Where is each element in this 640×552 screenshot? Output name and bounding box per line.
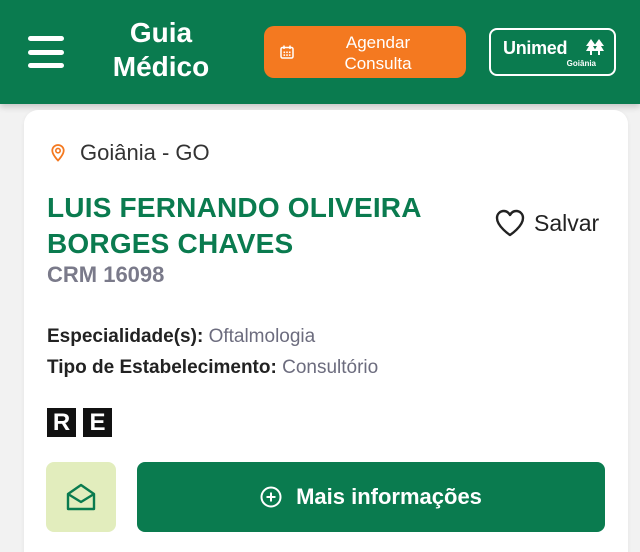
location: Goiânia - GO — [51, 140, 210, 166]
contact-mail-button[interactable] — [46, 462, 116, 532]
doctor-name: LUIS FERNANDO OLIVEIRA BORGES CHAVES — [47, 192, 421, 259]
more-info-label: Mais informações — [296, 484, 482, 509]
location-pin-icon — [51, 144, 65, 162]
schedule-appointment-button[interactable]: Agendar Consulta — [264, 26, 466, 78]
app-header: Guia Médico Agendar Consulta Unimed Goiâ… — [0, 0, 640, 104]
mail-icon — [66, 483, 96, 511]
specialty-label: Especialidade(s): — [47, 326, 204, 347]
badge-e: E — [83, 408, 112, 437]
logo-brand: Unimed — [503, 38, 568, 58]
menu-line — [28, 49, 64, 55]
schedule-appointment-label: Agendar Consulta — [298, 32, 458, 74]
schedule-label-line1: Agendar — [345, 33, 411, 52]
unimed-logo[interactable]: Unimed Goiânia — [489, 28, 616, 76]
menu-line — [28, 63, 64, 68]
crm-number: CRM 16098 — [47, 262, 165, 287]
doctor-result-card: Goiânia - GO LUIS FERNANDO OLIVEIRA BORG… — [24, 110, 628, 552]
establishment-row: Tipo de Estabelecimento: Consultório — [47, 357, 378, 379]
save-button[interactable]: Salvar — [494, 208, 599, 238]
heart-icon — [495, 209, 525, 237]
logo-city: Goiânia — [566, 59, 596, 68]
establishment-label: Tipo de Estabelecimento: — [47, 357, 277, 378]
page-title: Guia Médico — [96, 16, 226, 84]
badge-r: R — [47, 408, 76, 437]
schedule-label-line2: Consulta — [344, 54, 412, 73]
page-title-line2: Médico — [112, 51, 210, 82]
calendar-icon — [280, 45, 294, 59]
unimed-tree-icon — [586, 39, 604, 55]
location-text: Goiânia - GO — [80, 140, 210, 165]
more-info-button[interactable]: Mais informações — [137, 462, 605, 532]
qualification-badges: R E — [47, 408, 119, 437]
menu-line — [28, 36, 64, 41]
specialty-row: Especialidade(s): Oftalmologia — [47, 326, 315, 348]
page-title-line1: Guia — [129, 17, 193, 48]
establishment-value: Consultório — [282, 357, 379, 378]
specialty-value: Oftalmologia — [208, 326, 316, 347]
plus-circle-icon — [260, 486, 282, 508]
save-label: Salvar — [534, 209, 600, 236]
menu-icon[interactable] — [28, 34, 64, 70]
